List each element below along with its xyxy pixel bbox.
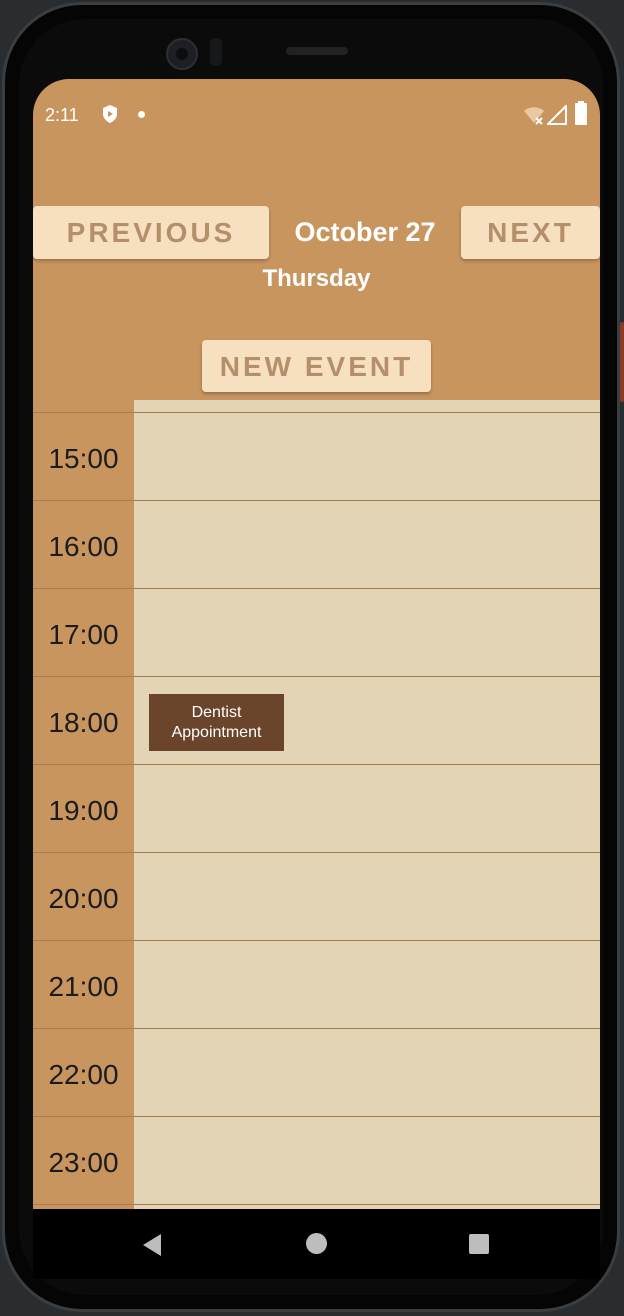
power-button: [620, 322, 624, 402]
hour-row[interactable]: 15:00: [33, 413, 600, 501]
hour-label: 17:00: [48, 619, 119, 650]
current-weekday: Thursday: [262, 265, 371, 292]
hour-label: 20:00: [48, 883, 119, 914]
hour-row[interactable]: 18:00: [33, 677, 600, 765]
hour-row[interactable]: 16:00: [33, 501, 600, 589]
app-screen: 2:11 PREVIOUS October 27 NEXT Thursday N…: [33, 79, 600, 1279]
next-day-button[interactable]: NEXT: [461, 206, 600, 259]
hour-label: 15:00: [48, 443, 119, 474]
hour-label: 21:00: [48, 971, 119, 1002]
new-event-button[interactable]: NEW EVENT: [202, 340, 431, 392]
hour-label: 16:00: [48, 531, 119, 562]
hour-row[interactable]: 22:00: [33, 1029, 600, 1117]
notification-dot-icon: [138, 111, 145, 118]
back-icon[interactable]: [141, 1233, 163, 1257]
recents-icon[interactable]: [469, 1234, 489, 1254]
current-date: October 27: [294, 217, 436, 247]
signal-icon: [547, 105, 567, 125]
shield-icon: [103, 105, 117, 123]
hour-row[interactable]: 23:00: [33, 1117, 600, 1205]
hour-label: 23:00: [48, 1147, 119, 1178]
hour-label: 22:00: [48, 1059, 119, 1090]
hour-row[interactable]: 21:00: [33, 941, 600, 1029]
event-dentist-appointment[interactable]: Dentist Appointment: [149, 694, 284, 751]
earpiece-speaker: [286, 47, 348, 55]
hour-label: 19:00: [48, 795, 119, 826]
system-nav-bar: [33, 1209, 600, 1279]
day-schedule[interactable]: 15:00 16:00 17:00 18:00 19:00 20:00 21:00 22:00…: [33, 400, 600, 1209]
status-bar: 2:11: [33, 79, 600, 151]
wifi-icon: [524, 107, 544, 125]
home-icon[interactable]: [306, 1233, 327, 1254]
hour-row[interactable]: 20:00: [33, 853, 600, 941]
battery-icon: [575, 101, 587, 125]
front-camera: [166, 38, 198, 70]
previous-day-button[interactable]: PREVIOUS: [33, 206, 269, 259]
hour-label: 18:00: [48, 707, 119, 738]
event-title: Dentist Appointment: [171, 703, 262, 741]
hour-row[interactable]: 19:00: [33, 765, 600, 853]
status-time: 2:11: [45, 105, 79, 125]
hour-row[interactable]: 17:00: [33, 589, 600, 677]
proximity-sensor: [210, 38, 222, 66]
